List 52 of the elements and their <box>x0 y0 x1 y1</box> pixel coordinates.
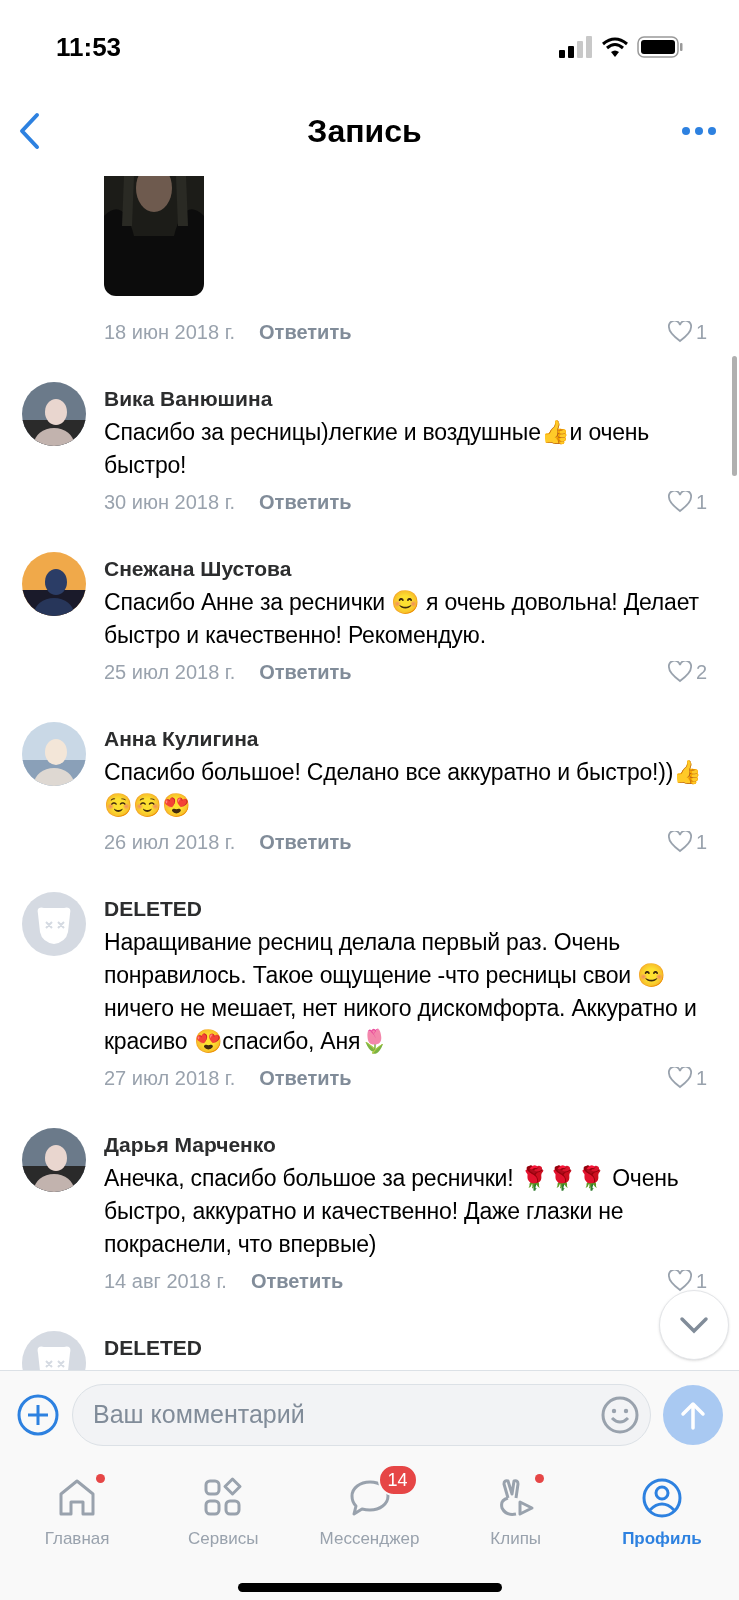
author-name[interactable]: DELETED <box>104 1333 202 1363</box>
comment-date: 18 июн 2018 г. <box>104 320 236 345</box>
like-count: 2 <box>695 660 707 685</box>
comment-text: Спасибо большое! Сделано все аккуратно и быстро!))👍☺☺😍 <box>104 758 703 820</box>
comment-text: Спасибо Анне за реснички 😊 я очень довольна! Делает быстро и качественно! Рекомендую. <box>104 588 700 650</box>
like-count: 1 <box>695 320 707 345</box>
heart-icon <box>667 491 692 513</box>
comment-text: Спасибо за ресницы)легкие и воздушные👍и очень быстро! <box>104 418 651 480</box>
comment-date: 26 июл 2018 г. <box>104 830 236 855</box>
comment-date: 27 июл 2018 г. <box>104 1066 236 1091</box>
tab-bar-item[interactable]: Профиль <box>588 1458 735 1600</box>
comment-date: 30 июн 2018 г. <box>104 490 236 515</box>
heart-icon <box>667 321 692 343</box>
comment-text: Наращивание ресниц делала первый раз. Очень понравилось. Такое ощущение -что ресницы свои 😊ничего не мешает, нет никого дискомфорта. Аккуратно и красиво 😍спасибо, Аня🌷 <box>104 928 698 1056</box>
wifi-icon <box>601 36 629 58</box>
reply-link[interactable]: Ответить <box>259 657 352 687</box>
reply-link[interactable]: Ответить <box>259 487 352 517</box>
heart-icon <box>667 661 692 683</box>
like-count: 1 <box>695 1066 707 1091</box>
reply-link[interactable]: Ответить <box>250 1266 344 1296</box>
screen-title: Запись <box>307 112 422 151</box>
like-count: 1 <box>695 490 707 515</box>
author-name[interactable]: Анна Кулигина <box>104 724 259 754</box>
signal-icon <box>559 36 593 58</box>
tab-bar-item[interactable]: Клипы <box>442 1458 589 1600</box>
battery-icon <box>637 36 683 58</box>
author-name[interactable]: Снежана Шустова <box>104 554 292 584</box>
reply-link[interactable]: Ответить <box>259 1063 352 1093</box>
tab-bar-item[interactable]: Сервисы <box>150 1458 297 1600</box>
reply-link[interactable]: Ответить <box>259 317 352 347</box>
heart-icon <box>667 1067 692 1089</box>
author-name[interactable]: DELETED <box>104 894 202 924</box>
reply-link[interactable]: Ответить <box>259 827 352 857</box>
chevron-down-icon <box>679 1316 709 1334</box>
attach-button[interactable] <box>16 1392 60 1437</box>
author-name[interactable]: Дарья Марченко <box>104 1130 276 1160</box>
like-count: 1 <box>695 830 707 855</box>
scroll-down-button[interactable] <box>659 1290 729 1360</box>
arrow-up-icon <box>679 1399 707 1430</box>
like-count: 1 <box>695 1269 707 1294</box>
heart-icon <box>667 831 692 853</box>
heart-icon <box>667 1270 692 1292</box>
more-icon <box>681 126 717 136</box>
comment-field[interactable]: Ваш комментарий <box>72 1383 651 1446</box>
comment-date: 14 авг 2018 г. <box>104 1269 227 1294</box>
emoji-icon[interactable] <box>600 1394 640 1435</box>
tab-bar-item[interactable]: Главная <box>4 1458 151 1600</box>
author-name[interactable]: Вика Ванюшина <box>104 384 273 414</box>
comment-date: 25 июл 2018 г. <box>104 660 236 685</box>
unread-badge: 14 <box>377 1464 418 1496</box>
comment-text: Анечка, спасибо большое за реснички! 🌹🌹🌹 Очень быстро, аккуратно и качественно! Даже глазки не покраснели, что впервые) <box>104 1164 680 1259</box>
status-time: 11:53 <box>56 30 122 64</box>
